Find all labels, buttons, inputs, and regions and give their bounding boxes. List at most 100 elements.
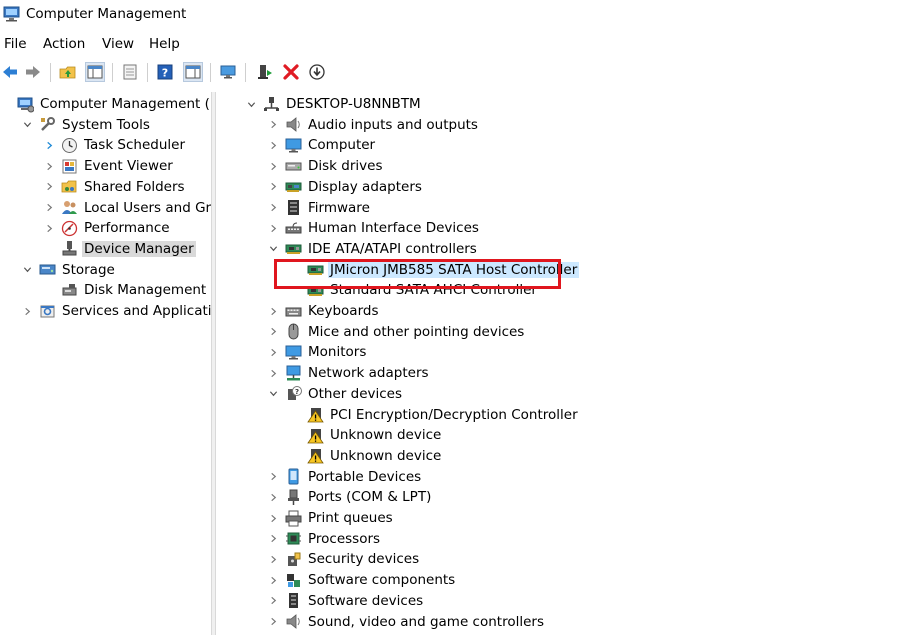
- tree-item-label: Software components: [308, 572, 456, 589]
- menu-file[interactable]: File: [4, 36, 27, 52]
- chevron-right-icon[interactable]: [266, 301, 280, 321]
- device-item-software-devices[interactable]: Software devices: [266, 591, 425, 611]
- software-component-icon: [284, 571, 302, 589]
- forward-arrow-icon[interactable]: [23, 62, 43, 82]
- tree-item-label: Keyboards: [308, 303, 379, 319]
- toolbar-separator: [147, 63, 148, 82]
- chevron-right-icon[interactable]: [266, 549, 280, 569]
- chevron-down-icon[interactable]: [266, 239, 280, 259]
- chevron-down-icon[interactable]: [20, 260, 34, 280]
- device-item-portable-devices[interactable]: Portable Devices: [266, 467, 423, 487]
- chevron-right-icon[interactable]: [266, 363, 280, 383]
- tree-item-label: Software devices: [308, 592, 424, 609]
- nav-item-system-tools[interactable]: System Tools: [20, 115, 152, 135]
- device-item-audio-inputs-and-outputs[interactable]: Audio inputs and outputs: [266, 115, 480, 135]
- chevron-right-icon[interactable]: [266, 467, 280, 487]
- tree-item-label: Unknown device: [330, 427, 442, 444]
- chevron-right-icon[interactable]: [266, 570, 280, 590]
- device-item-desktop-u8nnbtm[interactable]: DESKTOP-U8NNBTM: [244, 94, 423, 114]
- nav-item-performance[interactable]: Performance: [42, 218, 172, 238]
- nav-item-storage[interactable]: Storage: [20, 260, 117, 280]
- tree-item-label: Other devices: [308, 385, 402, 402]
- chevron-right-icon[interactable]: [42, 218, 56, 238]
- chevron-right-icon[interactable]: [42, 135, 56, 155]
- toolbar-separator: [210, 63, 211, 82]
- chevron-down-icon[interactable]: [244, 94, 258, 114]
- disk-management-icon: [60, 281, 78, 299]
- device-item-print-queues[interactable]: Print queues: [266, 508, 395, 528]
- toolbar-separator: [112, 63, 113, 82]
- nav-item-shared-folders[interactable]: Shared Folders: [42, 177, 187, 197]
- device-item-display-adapters[interactable]: Display adapters: [266, 177, 424, 197]
- device-item-pci-encryption-decryption-controller[interactable]: PCI Encryption/Decryption Controller: [288, 405, 580, 425]
- chevron-right-icon[interactable]: [266, 218, 280, 238]
- chevron-right-icon[interactable]: [266, 487, 280, 507]
- chevron-down-icon[interactable]: [266, 384, 280, 404]
- chevron-right-icon[interactable]: [42, 177, 56, 197]
- device-item-monitors[interactable]: Monitors: [266, 342, 368, 362]
- device-item-network-adapters[interactable]: Network adapters: [266, 363, 431, 383]
- warning-device-icon: [306, 406, 324, 424]
- device-item-unknown-device[interactable]: Unknown device: [288, 425, 443, 445]
- nav-item-computer-management-local[interactable]: Computer Management (Local: [0, 94, 211, 114]
- toolbar: ?: [0, 60, 901, 86]
- chevron-right-icon[interactable]: [266, 508, 280, 528]
- help-icon[interactable]: ?: [155, 62, 175, 82]
- chevron-right-icon[interactable]: [266, 612, 280, 632]
- nav-item-disk-management[interactable]: Disk Management: [42, 280, 208, 300]
- menu-help[interactable]: Help: [149, 36, 180, 52]
- uninstall-icon[interactable]: [281, 62, 301, 82]
- update-driver-icon[interactable]: [255, 62, 275, 82]
- tree-item-label: Services and Applications: [62, 303, 211, 319]
- device-item-jmicron-jmb585-sata-host-controller[interactable]: JMicron JMB585 SATA Host Controller: [288, 260, 580, 280]
- chevron-right-icon[interactable]: [266, 177, 280, 197]
- chevron-right-icon[interactable]: [266, 529, 280, 549]
- nav-item-services-and-applications[interactable]: Services and Applications: [20, 301, 211, 321]
- device-item-sound-video-and-game-controllers[interactable]: Sound, video and game controllers: [266, 612, 546, 632]
- back-arrow-icon[interactable]: [0, 62, 20, 82]
- up-folder-icon[interactable]: [58, 62, 78, 82]
- chevron-right-icon[interactable]: [266, 322, 280, 342]
- device-item-computer[interactable]: Computer: [266, 135, 377, 155]
- device-item-keyboards[interactable]: Keyboards: [266, 301, 381, 321]
- properties-icon[interactable]: [120, 62, 140, 82]
- device-item-firmware[interactable]: Firmware: [266, 198, 372, 218]
- device-item-mice-and-other-pointing-devices[interactable]: Mice and other pointing devices: [266, 322, 526, 342]
- chevron-down-icon[interactable]: [20, 115, 34, 135]
- nav-item-event-viewer[interactable]: Event Viewer: [42, 156, 175, 176]
- device-item-human-interface-devices[interactable]: Human Interface Devices: [266, 218, 481, 238]
- chevron-right-icon[interactable]: [266, 198, 280, 218]
- computer-tree-icon: [262, 95, 280, 113]
- chevron-right-icon[interactable]: [266, 591, 280, 611]
- menu-view[interactable]: View: [102, 36, 134, 52]
- chevron-right-icon[interactable]: [42, 156, 56, 176]
- device-item-ports-com-lpt[interactable]: Ports (COM & LPT): [266, 487, 433, 507]
- unknown-device-icon: ?: [284, 385, 302, 403]
- tree-item-label: Network adapters: [308, 365, 429, 382]
- controller-icon: [306, 281, 324, 299]
- device-item-ide-ata-atapi-controllers[interactable]: IDE ATA/ATAPI controllers: [266, 239, 479, 259]
- nav-item-local-users-and-groups[interactable]: Local Users and Groups: [42, 198, 211, 218]
- download-icon[interactable]: [307, 62, 327, 82]
- device-item-security-devices[interactable]: Security devices: [266, 549, 421, 569]
- nav-item-task-scheduler[interactable]: Task Scheduler: [42, 135, 187, 155]
- menu-action[interactable]: Action: [43, 36, 85, 52]
- chevron-right-icon[interactable]: [266, 156, 280, 176]
- device-item-standard-sata-ahci-controller[interactable]: Standard SATA AHCI Controller: [288, 280, 539, 300]
- device-item-software-components[interactable]: Software components: [266, 570, 457, 590]
- chevron-right-icon[interactable]: [266, 342, 280, 362]
- chevron-right-icon[interactable]: [42, 198, 56, 218]
- device-item-disk-drives[interactable]: Disk drives: [266, 156, 385, 176]
- show-hide-tree-icon[interactable]: [85, 62, 105, 82]
- device-item-unknown-device[interactable]: Unknown device: [288, 446, 443, 466]
- device-item-processors[interactable]: Processors: [266, 529, 382, 549]
- monitor-icon[interactable]: [218, 62, 238, 82]
- nav-item-device-manager[interactable]: Device Manager: [42, 239, 196, 259]
- device-item-other-devices[interactable]: ? Other devices: [266, 384, 404, 404]
- action-pane-icon[interactable]: [183, 62, 203, 82]
- chevron-right-icon[interactable]: [266, 115, 280, 135]
- chevron-right-icon[interactable]: [266, 135, 280, 155]
- chevron-right-icon[interactable]: [20, 301, 34, 321]
